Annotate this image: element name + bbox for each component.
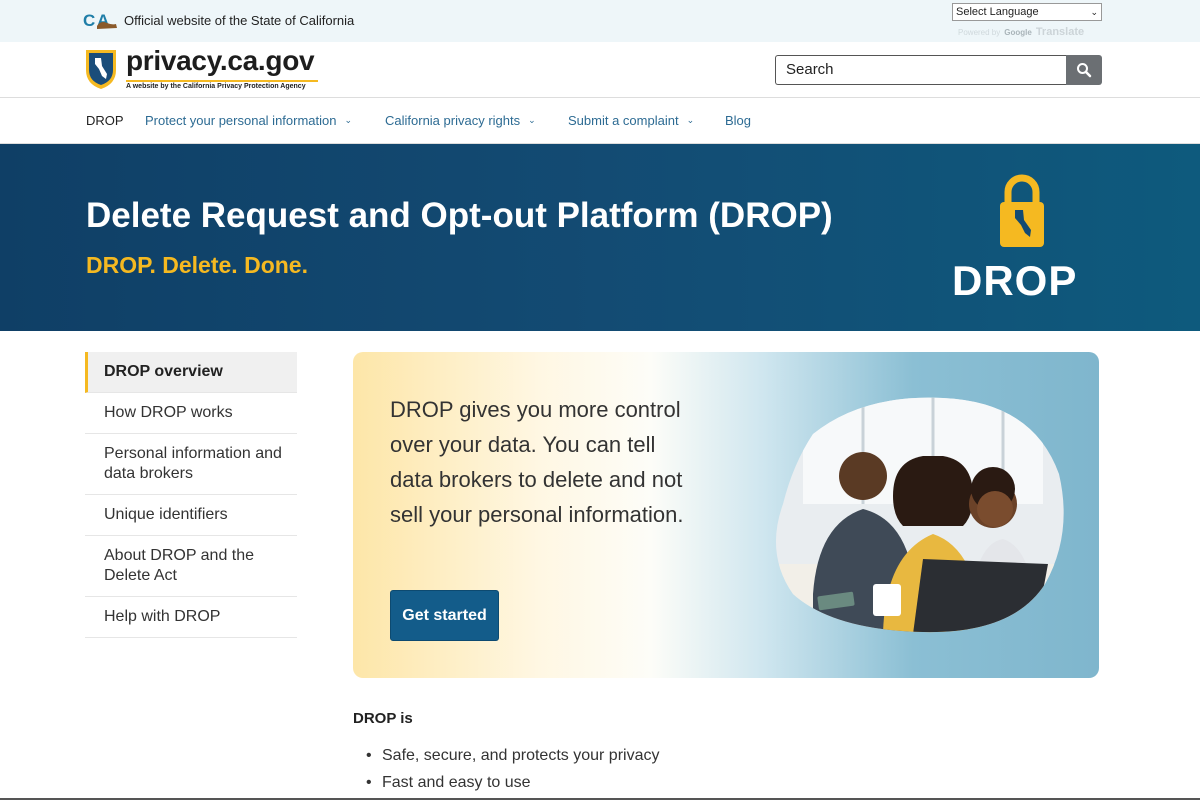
sidebar-item-unique-identifiers[interactable]: Unique identifiers [85, 495, 297, 536]
search-button[interactable] [1066, 55, 1102, 85]
powered-by-label: Powered by [958, 27, 1001, 37]
google-logo-text: Google [1004, 27, 1032, 37]
translate-label: Translate [1035, 26, 1085, 38]
search-input[interactable]: Search [775, 55, 1067, 85]
official-website-text: Official website of the State of Califor… [124, 13, 355, 28]
drop-is-heading: DROP is [353, 710, 413, 727]
nav-item-label: Blog [725, 113, 752, 128]
hero-tagline: DROP. Delete. Done. [86, 252, 308, 278]
branding-header: privacy.ca.gov A website by the Californ… [0, 42, 1200, 98]
chevron-down-icon: ⌄ [344, 115, 353, 125]
list-item: Fast and easy to use [366, 769, 659, 796]
lock-icon [1000, 174, 1044, 247]
chevron-down-icon: ⌄ [1090, 6, 1098, 17]
sidebar-item-how-drop-works[interactable]: How DROP works [85, 393, 297, 434]
chevron-down-icon: ⌄ [528, 115, 536, 125]
nav-item-blog[interactable]: Blog [725, 113, 751, 128]
chevron-down-icon: ⌄ [686, 115, 695, 125]
utility-header: C A Official website of the State of Cal… [0, 0, 1200, 42]
sidebar-item-drop-overview[interactable]: DROP overview [85, 352, 297, 393]
search-icon [1077, 63, 1092, 78]
nav-item-protect-info[interactable]: Protect your personal information ⌄ [145, 113, 352, 128]
promo-text: DROP gives you more control over your da… [390, 397, 684, 527]
ca-gov-logo-icon[interactable]: C A [83, 10, 119, 32]
nav-item-drop[interactable]: DROP [86, 113, 124, 128]
nav-item-label: Protect your personal information [145, 113, 337, 128]
search-placeholder: Search [786, 61, 834, 78]
powered-by-google[interactable]: Powered by Google Translate [958, 26, 1084, 38]
sidebar-item-about-drop[interactable]: About DROP and the Delete Act [85, 536, 297, 597]
drop-features-list: Safe, secure, and protects your privacy … [366, 742, 659, 796]
family-photo [775, 397, 1064, 633]
language-select-label: Select Language [956, 6, 1039, 18]
svg-text:C: C [83, 11, 95, 30]
privacy-shield-logo-icon[interactable] [84, 48, 118, 90]
nav-item-label: California privacy rights [385, 113, 521, 128]
main-navigation: DROP Protect your personal information ⌄… [0, 98, 1200, 144]
sidebar-item-personal-info-brokers[interactable]: Personal information and data brokers [85, 434, 297, 495]
nav-item-submit-complaint[interactable]: Submit a complaint ⌄ [568, 113, 694, 128]
list-item: Safe, secure, and protects your privacy [366, 742, 659, 769]
site-subtitle: A website by the California Privacy Prot… [126, 80, 318, 90]
site-name[interactable]: privacy.ca.gov [126, 45, 315, 77]
nav-item-privacy-rights[interactable]: California privacy rights ⌄ [385, 113, 536, 128]
get-started-button[interactable]: Get started [390, 590, 499, 641]
drop-logo-text: DROP [952, 257, 1078, 304]
sidebar-item-help[interactable]: Help with DROP [85, 597, 297, 638]
promo-card: DROP gives you more control over your da… [353, 352, 1099, 678]
nav-item-label: DROP [86, 113, 124, 128]
nav-item-label: Submit a complaint [568, 113, 679, 128]
language-select[interactable]: Select Language ⌄ [952, 3, 1102, 21]
sidebar-nav: DROP overview How DROP works Personal in… [85, 352, 297, 638]
hero-banner: Delete Request and Opt-out Platform (DRO… [0, 144, 1200, 331]
page-title: Delete Request and Opt-out Platform (DRO… [86, 196, 833, 235]
